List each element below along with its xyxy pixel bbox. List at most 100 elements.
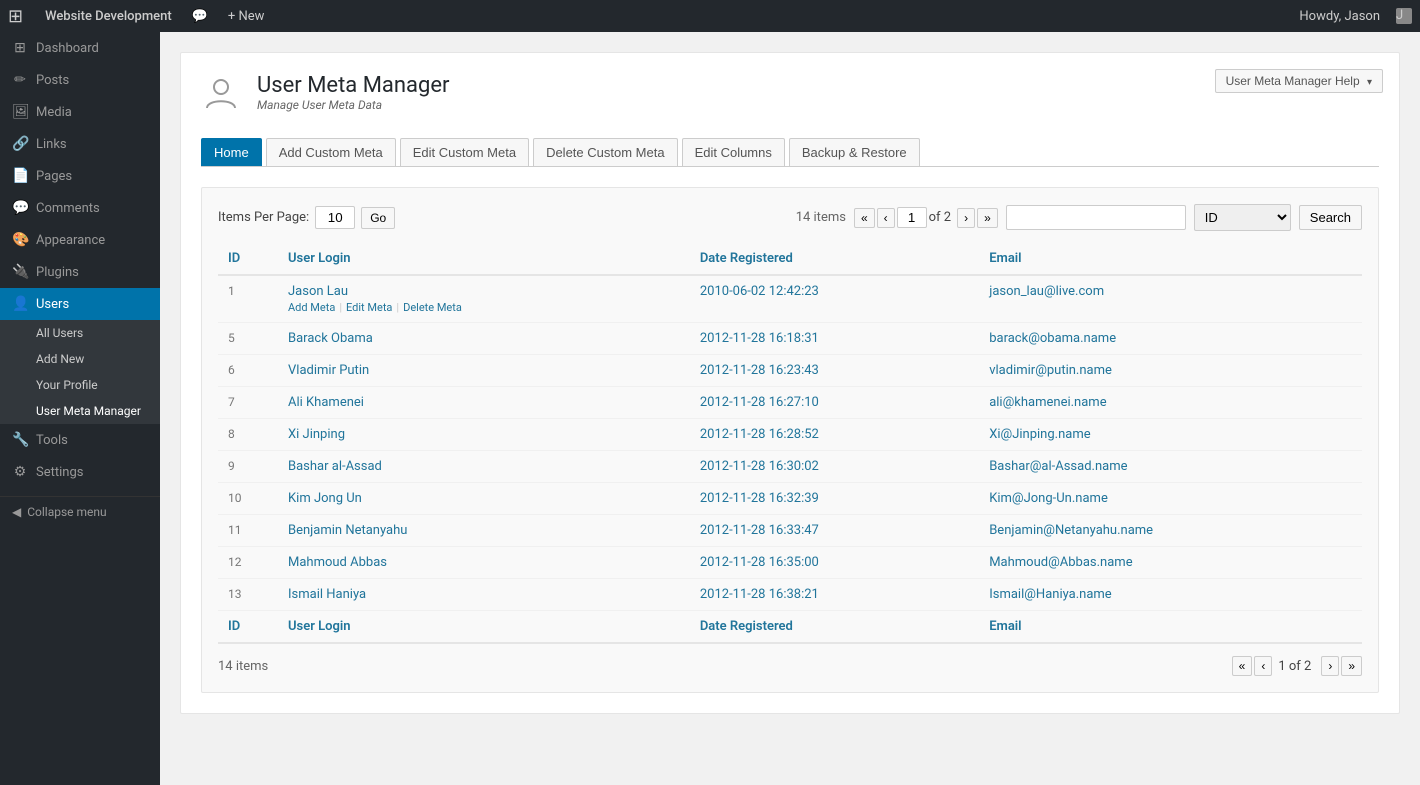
row-user-login: Benjamin Netanyahu bbox=[278, 515, 690, 547]
sidebar-item-appearance[interactable]: 🎨 Appearance bbox=[0, 224, 160, 256]
row-email: jason_lau@live.com bbox=[979, 275, 1362, 323]
sidebar-item-all-users[interactable]: All Users bbox=[0, 320, 160, 346]
action-edit-meta[interactable]: Edit Meta bbox=[346, 301, 392, 314]
prev-page-button[interactable]: ‹ bbox=[877, 208, 895, 228]
page-header-text: User Meta Manager Manage User Meta Data bbox=[257, 73, 449, 112]
col-footer-id[interactable]: ID bbox=[218, 611, 278, 644]
items-per-page-input[interactable]: 10 bbox=[315, 206, 355, 229]
tab-edit-columns[interactable]: Edit Columns bbox=[682, 138, 785, 166]
tab-home[interactable]: Home bbox=[201, 138, 262, 166]
sidebar-item-label: Users bbox=[36, 297, 69, 312]
total-items: 14 items bbox=[796, 210, 846, 225]
sidebar-item-users[interactable]: 👤 Users bbox=[0, 288, 160, 320]
first-page-button-bottom[interactable]: « bbox=[1232, 656, 1253, 676]
table-row: 5Barack Obama2012-11-28 16:18:31barack@o… bbox=[218, 323, 1362, 355]
sidebar-item-tools[interactable]: 🔧 Tools bbox=[0, 424, 160, 456]
user-login-link[interactable]: Kim Jong Un bbox=[288, 491, 362, 506]
col-header-email[interactable]: Email bbox=[979, 243, 1362, 275]
col-header-date-registered[interactable]: Date Registered bbox=[690, 243, 979, 275]
row-date-registered: 2012-11-28 16:32:39 bbox=[690, 483, 979, 515]
table-row: 11Benjamin Netanyahu2012-11-28 16:33:47B… bbox=[218, 515, 1362, 547]
howdy-menu[interactable]: Howdy, Jason bbox=[1289, 9, 1390, 24]
sidebar-item-plugins[interactable]: 🔌 Plugins bbox=[0, 256, 160, 288]
row-date-registered: 2012-11-28 16:33:47 bbox=[690, 515, 979, 547]
row-user-login: Bashar al-Assad bbox=[278, 451, 690, 483]
next-page-button-bottom[interactable]: › bbox=[1321, 656, 1339, 676]
wp-logo[interactable]: ⊞ bbox=[8, 6, 23, 27]
email-link[interactable]: Mahmoud@Abbas.name bbox=[989, 555, 1132, 570]
search-field-select[interactable]: ID User Login Email bbox=[1194, 204, 1291, 231]
user-login-link[interactable]: Vladimir Putin bbox=[288, 363, 369, 378]
prev-page-button-bottom[interactable]: ‹ bbox=[1254, 656, 1272, 676]
tab-edit-custom-meta[interactable]: Edit Custom Meta bbox=[400, 138, 529, 166]
sidebar-item-dashboard[interactable]: ⊞ Dashboard bbox=[0, 32, 160, 64]
pagination-bottom: « ‹ 1 of 2 › » bbox=[1232, 656, 1362, 676]
user-login-link[interactable]: Ismail Haniya bbox=[288, 587, 366, 602]
row-id: 6 bbox=[218, 355, 278, 387]
sidebar-item-comments[interactable]: 💬 Comments bbox=[0, 192, 160, 224]
sidebar-item-your-profile[interactable]: Your Profile bbox=[0, 372, 160, 398]
avatar[interactable]: J bbox=[1396, 8, 1412, 24]
dashboard-icon: ⊞ bbox=[12, 40, 28, 56]
sidebar-item-settings[interactable]: ⚙ Settings bbox=[0, 456, 160, 488]
email-link[interactable]: jason_lau@live.com bbox=[989, 284, 1104, 299]
user-login-link[interactable]: Benjamin Netanyahu bbox=[288, 523, 407, 538]
search-button[interactable]: Search bbox=[1299, 205, 1362, 230]
admin-bar-right: Howdy, Jason J bbox=[1289, 8, 1412, 24]
email-link[interactable]: ali@khamenei.name bbox=[989, 395, 1106, 410]
tab-add-custom-meta[interactable]: Add Custom Meta bbox=[266, 138, 396, 166]
sidebar-item-posts[interactable]: ✏ Posts bbox=[0, 64, 160, 96]
nav-tabs: Home Add Custom Meta Edit Custom Meta De… bbox=[201, 138, 1379, 167]
email-link[interactable]: vladimir@putin.name bbox=[989, 363, 1112, 378]
table-controls-top: Items Per Page: 10 Go 14 items « ‹ of 2 … bbox=[218, 204, 1362, 231]
user-login-link[interactable]: Barack Obama bbox=[288, 331, 373, 346]
collapse-menu-button[interactable]: ◀ Collapse menu bbox=[0, 496, 160, 527]
tab-backup-restore[interactable]: Backup & Restore bbox=[789, 138, 920, 166]
row-email: Benjamin@Netanyahu.name bbox=[979, 515, 1362, 547]
col-header-id[interactable]: ID bbox=[218, 243, 278, 275]
user-login-link[interactable]: Xi Jinping bbox=[288, 427, 345, 442]
action-add-meta[interactable]: Add Meta bbox=[288, 301, 335, 314]
col-header-user-login[interactable]: User Login bbox=[278, 243, 690, 275]
last-page-button-bottom[interactable]: » bbox=[1341, 656, 1362, 676]
user-login-link[interactable]: Ali Khamenei bbox=[288, 395, 364, 410]
action-delete-meta[interactable]: Delete Meta bbox=[403, 301, 462, 314]
comments-icon: 💬 bbox=[12, 200, 28, 216]
sidebar: ⊞ Dashboard ✏ Posts 🖼 Media 🔗 Links 📄 Pa… bbox=[0, 32, 160, 785]
email-link[interactable]: Xi@Jinping.name bbox=[989, 427, 1090, 442]
row-id: 8 bbox=[218, 419, 278, 451]
sidebar-item-user-meta-manager[interactable]: User Meta Manager bbox=[0, 398, 160, 424]
user-login-link[interactable]: Mahmoud Abbas bbox=[288, 555, 387, 570]
email-link[interactable]: barack@obama.name bbox=[989, 331, 1116, 346]
site-name[interactable]: Website Development bbox=[35, 0, 182, 32]
email-link[interactable]: Ismail@Haniya.name bbox=[989, 587, 1112, 602]
user-login-link[interactable]: Jason Lau bbox=[288, 284, 348, 299]
row-user-login: Ali Khamenei bbox=[278, 387, 690, 419]
settings-icon: ⚙ bbox=[12, 464, 28, 480]
col-footer-date-registered[interactable]: Date Registered bbox=[690, 611, 979, 644]
col-footer-user-login[interactable]: User Login bbox=[278, 611, 690, 644]
table-controls-bottom: 14 items « ‹ 1 of 2 › » bbox=[218, 656, 1362, 676]
comments-icon[interactable]: 💬 bbox=[182, 0, 218, 32]
first-page-button[interactable]: « bbox=[854, 208, 875, 228]
sidebar-item-pages[interactable]: 📄 Pages bbox=[0, 160, 160, 192]
row-id: 13 bbox=[218, 579, 278, 611]
email-link[interactable]: Benjamin@Netanyahu.name bbox=[989, 523, 1153, 538]
search-input[interactable] bbox=[1006, 205, 1186, 230]
tab-delete-custom-meta[interactable]: Delete Custom Meta bbox=[533, 138, 678, 166]
last-page-button[interactable]: » bbox=[977, 208, 998, 228]
sidebar-item-add-new[interactable]: Add New bbox=[0, 346, 160, 372]
go-button[interactable]: Go bbox=[361, 207, 395, 229]
row-user-login: Mahmoud Abbas bbox=[278, 547, 690, 579]
sidebar-item-links[interactable]: 🔗 Links bbox=[0, 128, 160, 160]
page-number-input[interactable] bbox=[897, 207, 927, 228]
next-page-button[interactable]: › bbox=[957, 208, 975, 228]
new-item-button[interactable]: + New bbox=[218, 0, 275, 32]
email-link[interactable]: Bashar@al-Assad.name bbox=[989, 459, 1127, 474]
col-footer-email[interactable]: Email bbox=[979, 611, 1362, 644]
row-email: ali@khamenei.name bbox=[979, 387, 1362, 419]
help-button[interactable]: User Meta Manager Help ▾ bbox=[1215, 69, 1383, 93]
user-login-link[interactable]: Bashar al-Assad bbox=[288, 459, 382, 474]
email-link[interactable]: Kim@Jong-Un.name bbox=[989, 491, 1108, 506]
sidebar-item-media[interactable]: 🖼 Media bbox=[0, 96, 160, 128]
